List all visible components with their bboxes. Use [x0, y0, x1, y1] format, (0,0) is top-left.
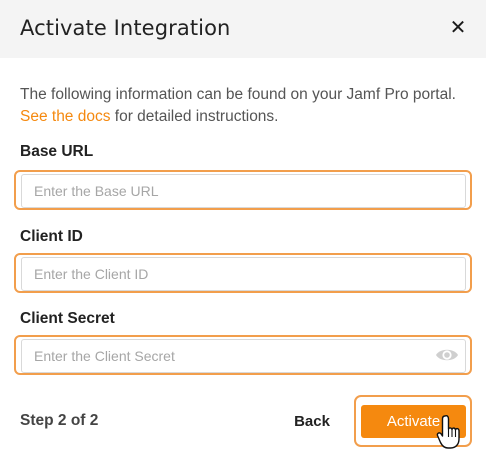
client-id-label: Client ID [20, 228, 83, 245]
back-button[interactable]: Back [283, 404, 341, 438]
client-secret-label: Client Secret [20, 310, 115, 327]
dialog-title: Activate Integration [20, 16, 231, 40]
intro-text-before: The following information can be found o… [20, 86, 456, 103]
activate-button[interactable]: Activate [361, 405, 466, 438]
close-icon[interactable]: ✕ [448, 16, 468, 40]
activate-integration-dialog: Activate Integration ✕ The following inf… [0, 0, 486, 462]
step-indicator: Step 2 of 2 [20, 412, 99, 429]
client-id-input[interactable] [21, 257, 466, 291]
intro-text: The following information can be found o… [20, 84, 470, 128]
intro-text-after: for detailed instructions. [110, 108, 279, 125]
base-url-input[interactable] [21, 174, 466, 208]
eye-icon[interactable] [435, 345, 459, 365]
client-secret-input[interactable] [21, 339, 466, 373]
dialog-header: Activate Integration ✕ [0, 0, 486, 58]
docs-link[interactable]: See the docs [20, 108, 110, 125]
base-url-label: Base URL [20, 143, 94, 160]
